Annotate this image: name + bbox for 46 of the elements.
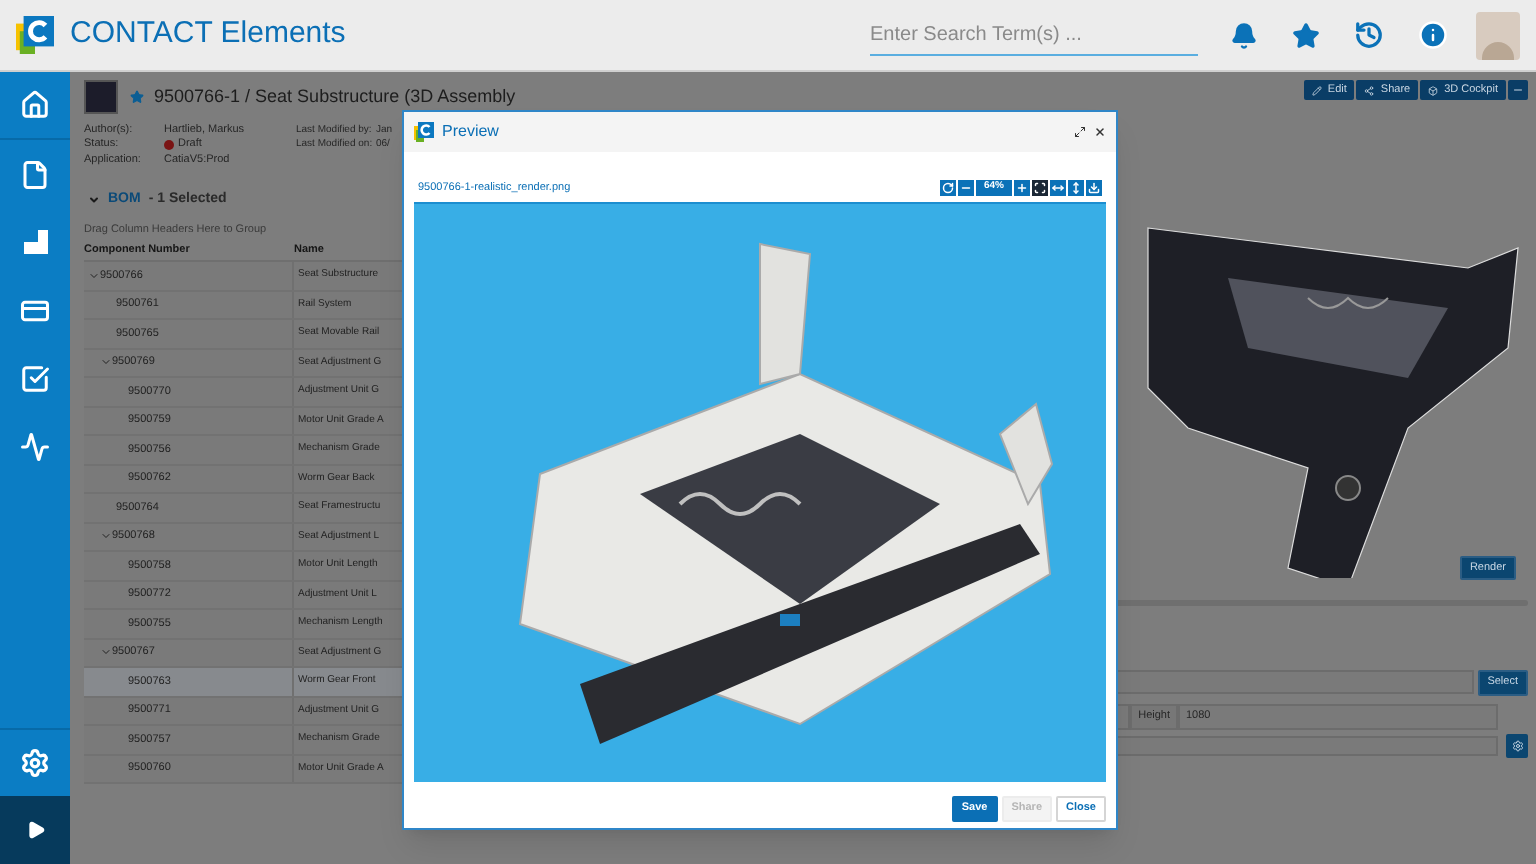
settings-icon[interactable]: [20, 748, 50, 778]
sidebar-nav-icon[interactable]: [20, 90, 50, 120]
close-icon[interactable]: [1094, 126, 1106, 138]
edit-icon: [1311, 85, 1322, 95]
sidebar-nav-icon[interactable]: [20, 363, 50, 393]
logo-icon: [414, 122, 434, 142]
logo-icon: [16, 16, 54, 54]
gear-icon: [1511, 740, 1523, 752]
toolbar-icon: [1016, 182, 1028, 194]
fit-icon: [1034, 182, 1046, 194]
notification-icon[interactable]: [1230, 21, 1258, 49]
collapse-icon[interactable]: [88, 194, 100, 206]
toolbar-icon: [941, 182, 954, 194]
sidebar-nav-icon[interactable]: [21, 228, 49, 256]
document-title: 9500766-1 / Seat Substructure (3D Assembly: [154, 84, 516, 110]
expand-toggle-icon[interactable]: [100, 530, 112, 543]
toolbar-icon: [1070, 182, 1082, 194]
dialog-title: Preview: [442, 120, 499, 144]
settings-button[interactable]: [1506, 734, 1528, 758]
document-thumbnail: [84, 80, 118, 114]
history-icon[interactable]: [1354, 20, 1384, 50]
expand-icon[interactable]: [25, 820, 45, 840]
toolbar-button[interactable]: [1068, 180, 1084, 196]
search-field[interactable]: Enter Search Term(s) ...: [870, 15, 1198, 55]
share-icon: [1364, 85, 1375, 95]
expand-toggle-icon[interactable]: [88, 269, 100, 282]
sidebar-nav-icon[interactable]: [20, 159, 50, 189]
more-button[interactable]: [1508, 80, 1528, 100]
toolbar-button[interactable]: [1086, 180, 1102, 196]
toolbar-icon: [959, 182, 972, 194]
dash-icon: [1512, 84, 1524, 96]
cockpit-icon: [1428, 85, 1439, 95]
toolbar-button[interactable]: [957, 180, 974, 196]
toolbar-button[interactable]: [1014, 180, 1030, 196]
info-icon[interactable]: [1418, 20, 1448, 50]
sidebar-nav-icon[interactable]: [20, 431, 50, 461]
expand-toggle-icon[interactable]: [100, 356, 112, 369]
app-name: CONTACT Elements: [70, 14, 346, 55]
toolbar-icon: [1052, 182, 1064, 194]
toolbar-icon: [1088, 182, 1100, 194]
fit-button[interactable]: [1032, 180, 1048, 196]
expand-toggle-icon[interactable]: [100, 646, 112, 659]
toolbar-button[interactable]: [1050, 180, 1066, 196]
toolbar-button[interactable]: [939, 180, 956, 196]
sidebar-nav-icon[interactable]: [20, 295, 50, 325]
favorite-icon[interactable]: [1292, 21, 1320, 49]
